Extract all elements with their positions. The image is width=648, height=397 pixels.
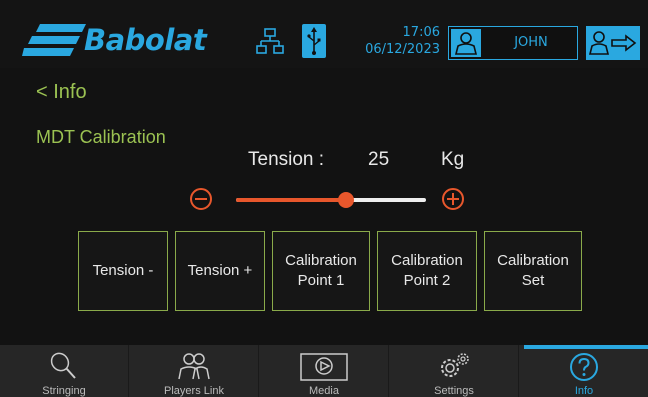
nav-label: Media <box>309 385 339 397</box>
tension-label: Tension : <box>248 149 325 170</box>
time-text: 17:06 <box>402 25 440 40</box>
slider-track[interactable] <box>236 192 426 208</box>
calibration-point-1-button[interactable]: Calibration Point 1 <box>272 231 370 311</box>
button-label: Tension - <box>92 262 154 279</box>
usb-icon <box>302 24 326 58</box>
help-icon <box>570 353 598 381</box>
tension-minus-button[interactable]: Tension - <box>78 231 168 311</box>
minus-icon <box>195 198 207 200</box>
babolat-logo: Babolat <box>22 22 234 58</box>
nav-label: Info <box>574 385 594 397</box>
nav-item-settings[interactable]: Settings <box>390 345 519 397</box>
nav-item-stringing[interactable]: Stringing <box>0 345 129 397</box>
user-selector[interactable]: JOHN <box>448 26 578 60</box>
user-icon <box>451 29 481 57</box>
nav-label: Players Link <box>164 385 224 397</box>
slider-fill <box>236 198 346 202</box>
decrease-button[interactable] <box>190 188 212 210</box>
increase-button[interactable] <box>442 188 464 210</box>
nav-item-media[interactable]: Media <box>260 345 389 397</box>
bottom-nav: Stringing Players Link Media Settings In… <box>0 345 648 397</box>
button-label: Point 2 <box>403 272 451 289</box>
date-text: 06/12/2023 <box>365 42 440 57</box>
section-title: MDT Calibration <box>36 127 166 147</box>
clock: 17:06 06/12/2023 <box>340 24 440 58</box>
nav-item-players-link[interactable]: Players Link <box>130 345 259 397</box>
brand-name: Babolat <box>84 23 207 57</box>
logout-button[interactable] <box>586 26 640 60</box>
back-link[interactable]: < Info <box>36 80 87 104</box>
calibration-set-button[interactable]: Calibration Set <box>484 231 582 311</box>
slider-thumb[interactable] <box>338 192 354 208</box>
play-icon <box>300 353 348 381</box>
nav-label: Stringing <box>42 385 86 397</box>
tension-value: 25 <box>368 149 390 170</box>
logo-stripes-icon <box>22 24 86 56</box>
button-label: Set <box>521 272 545 289</box>
button-label: Calibration <box>285 252 357 269</box>
gears-icon <box>441 353 469 377</box>
players-icon <box>178 353 210 380</box>
tension-plus-button[interactable]: Tension + <box>175 231 265 311</box>
button-label: Calibration <box>497 252 569 269</box>
tension-unit: Kg <box>441 149 465 170</box>
screen: Babolat 17:06 06/12/2023 JOHN < Info MDT… <box>0 0 648 397</box>
logout-icon <box>588 31 637 55</box>
calibration-point-2-button[interactable]: Calibration Point 2 <box>377 231 477 311</box>
button-label: Calibration <box>391 252 463 269</box>
nav-label: Settings <box>434 385 474 397</box>
nav-item-info[interactable]: Info <box>520 345 648 397</box>
active-tab-indicator <box>524 345 648 349</box>
tension-slider <box>190 186 470 214</box>
network-icon <box>256 28 284 54</box>
header-bar: Babolat 17:06 06/12/2023 JOHN <box>0 0 648 68</box>
user-name: JOHN <box>514 35 548 50</box>
button-label: Tension + <box>187 262 253 279</box>
button-label: Point 1 <box>297 272 345 289</box>
racket-icon <box>50 352 76 379</box>
